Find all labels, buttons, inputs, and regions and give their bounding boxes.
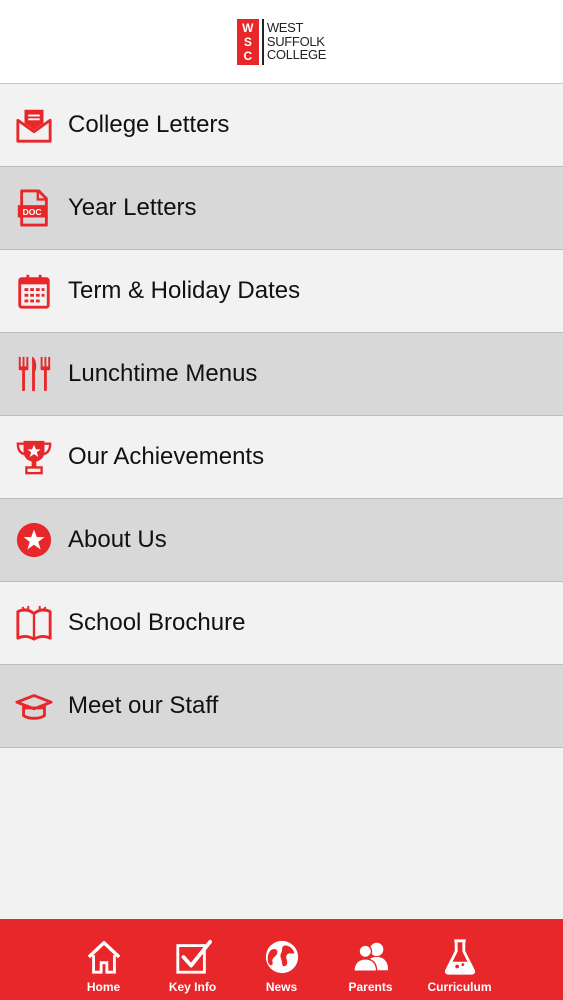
envelope-icon <box>0 84 68 167</box>
key-info-menu: College Letters DOC Year Letters Term & … <box>0 84 563 748</box>
globe-icon <box>265 940 298 974</box>
logo-letter-w: W <box>242 20 254 35</box>
app-header: W S C WEST SUFFOLK COLLEGE <box>0 0 563 84</box>
users-icon <box>352 942 388 972</box>
menu-item-label: Our Achievements <box>68 443 265 470</box>
menu-item-label: Term & Holiday Dates <box>68 277 301 304</box>
logo-mark: W S C <box>236 18 259 65</box>
menu-item-label: School Brochure <box>68 609 246 636</box>
menu-item-label: Meet our Staff <box>68 692 219 719</box>
menu-item-label: About Us <box>68 526 167 553</box>
tab-home[interactable]: Home <box>59 938 148 994</box>
tab-curriculum[interactable]: Curriculum <box>415 938 504 994</box>
menu-item-label: Year Letters <box>68 194 197 221</box>
book-icon <box>0 582 68 665</box>
menu-item-label: Lunchtime Menus <box>68 360 258 387</box>
logo-line-suffolk: SUFFOLK <box>266 33 325 49</box>
home-icon <box>87 941 120 974</box>
logo-letter-c: C <box>243 48 253 63</box>
menu-item-college-letters[interactable]: College Letters <box>0 84 563 167</box>
bottom-tab-bar: Home Key Info News Parents Curriculum <box>0 919 563 1000</box>
menu-item-term-holiday-dates[interactable]: Term & Holiday Dates <box>0 250 563 333</box>
logo-letter-s: S <box>243 34 252 49</box>
trophy-icon <box>0 416 68 499</box>
cutlery-icon <box>0 333 68 416</box>
tab-label: Parents <box>348 980 393 994</box>
logo-text: WEST SUFFOLK COLLEGE <box>266 20 327 63</box>
menu-item-school-brochure[interactable]: School Brochure <box>0 582 563 665</box>
star-icon <box>0 499 68 582</box>
college-logo: W S C WEST SUFFOLK COLLEGE <box>236 18 327 65</box>
svg-text:DOC: DOC <box>23 207 42 217</box>
logo-divider <box>261 18 264 65</box>
menu-item-year-letters[interactable]: DOC Year Letters <box>0 167 563 250</box>
document-icon: DOC <box>0 167 68 250</box>
tab-label: Curriculum <box>427 980 492 994</box>
checkbox-icon <box>175 939 212 974</box>
menu-item-about-us[interactable]: About Us <box>0 499 563 582</box>
logo-line-west: WEST <box>266 20 304 36</box>
graduation-cap-icon <box>0 665 68 748</box>
flask-icon <box>444 939 475 975</box>
tab-news[interactable]: News <box>237 938 326 994</box>
tab-key-info[interactable]: Key Info <box>148 938 237 994</box>
menu-item-our-achievements[interactable]: Our Achievements <box>0 416 563 499</box>
menu-item-lunchtime-menus[interactable]: Lunchtime Menus <box>0 333 563 416</box>
calendar-icon <box>0 250 68 333</box>
tab-label: News <box>265 980 298 994</box>
tab-label: Key Info <box>168 980 217 994</box>
logo-line-college: COLLEGE <box>266 47 327 63</box>
menu-item-meet-our-staff[interactable]: Meet our Staff <box>0 665 563 748</box>
menu-item-label: College Letters <box>68 111 230 138</box>
tab-label: Home <box>86 980 121 994</box>
tab-parents[interactable]: Parents <box>326 938 415 994</box>
